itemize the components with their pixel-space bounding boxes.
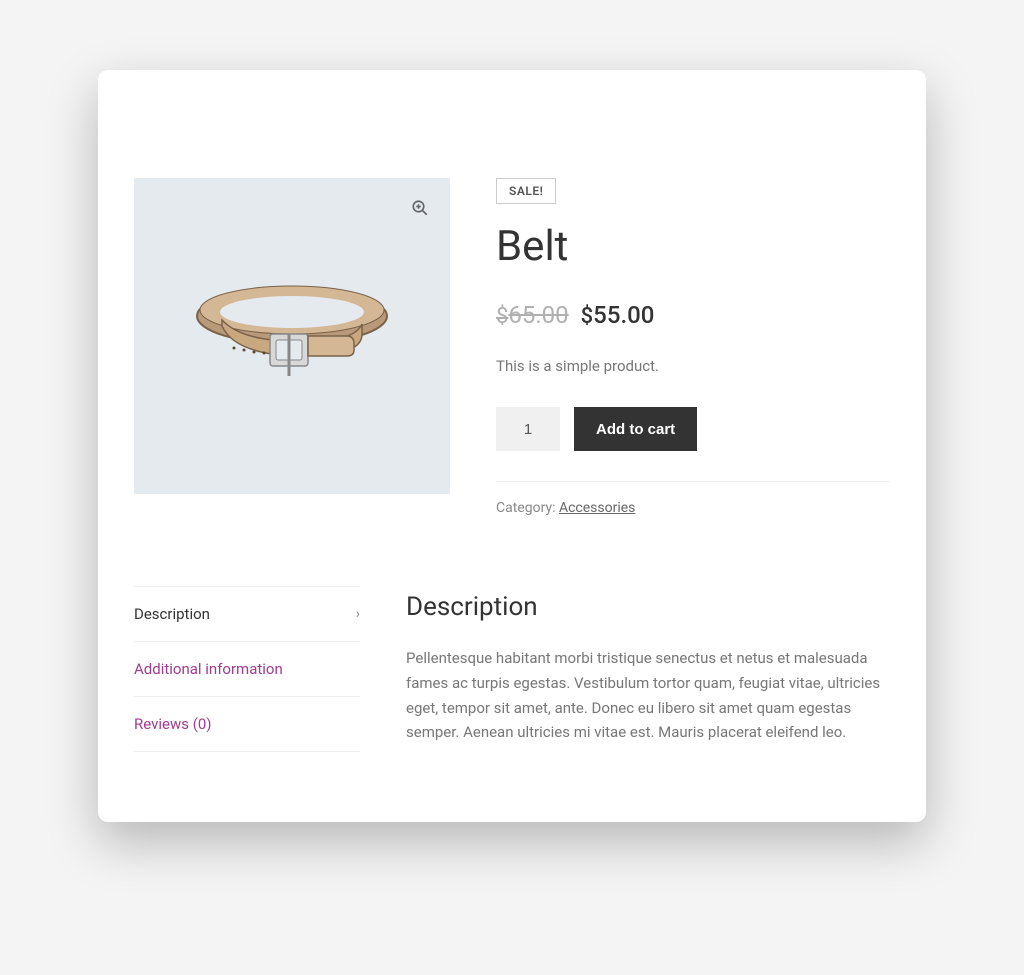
- old-price: $65.00: [496, 301, 569, 329]
- category-label: Category:: [496, 500, 559, 516]
- panel-title: Description: [406, 592, 890, 622]
- tab-label: Additional information: [134, 660, 283, 678]
- chevron-right-icon: ›: [356, 606, 360, 622]
- tab-panel-description: Description Pellentesque habitant morbi …: [406, 586, 890, 752]
- add-to-cart-button[interactable]: Add to cart: [574, 407, 697, 451]
- tab-reviews[interactable]: Reviews (0): [134, 697, 360, 752]
- product-gallery: [134, 178, 450, 516]
- product-meta: Category: Accessories: [496, 500, 890, 516]
- tab-label: Reviews (0): [134, 715, 212, 733]
- zoom-icon[interactable]: [410, 198, 430, 218]
- short-description: This is a simple product.: [496, 357, 890, 375]
- product-title: Belt: [496, 222, 890, 271]
- tab-description[interactable]: Description ›: [134, 587, 360, 642]
- panel-body: Pellentesque habitant morbi tristique se…: [406, 646, 890, 745]
- quantity-input[interactable]: [496, 407, 560, 451]
- product-image[interactable]: [134, 178, 450, 494]
- tab-additional-information[interactable]: Additional information: [134, 642, 360, 697]
- product-page: SALE! Belt $65.00 $55.00 This is a simpl…: [98, 70, 926, 822]
- sale-badge: SALE!: [496, 178, 556, 204]
- add-to-cart-form: Add to cart: [496, 407, 890, 451]
- category-link[interactable]: Accessories: [559, 500, 635, 516]
- product-tabs: Description › Additional information Rev…: [134, 586, 890, 752]
- tabs-nav: Description › Additional information Rev…: [134, 586, 360, 752]
- tab-label: Description: [134, 605, 210, 623]
- belt-illustration: [182, 276, 402, 396]
- new-price: $55.00: [581, 301, 655, 329]
- product-summary: SALE! Belt $65.00 $55.00 This is a simpl…: [496, 178, 890, 516]
- product-price: $65.00 $55.00: [496, 301, 890, 329]
- product-summary-row: SALE! Belt $65.00 $55.00 This is a simpl…: [134, 178, 890, 516]
- divider: [496, 481, 890, 482]
